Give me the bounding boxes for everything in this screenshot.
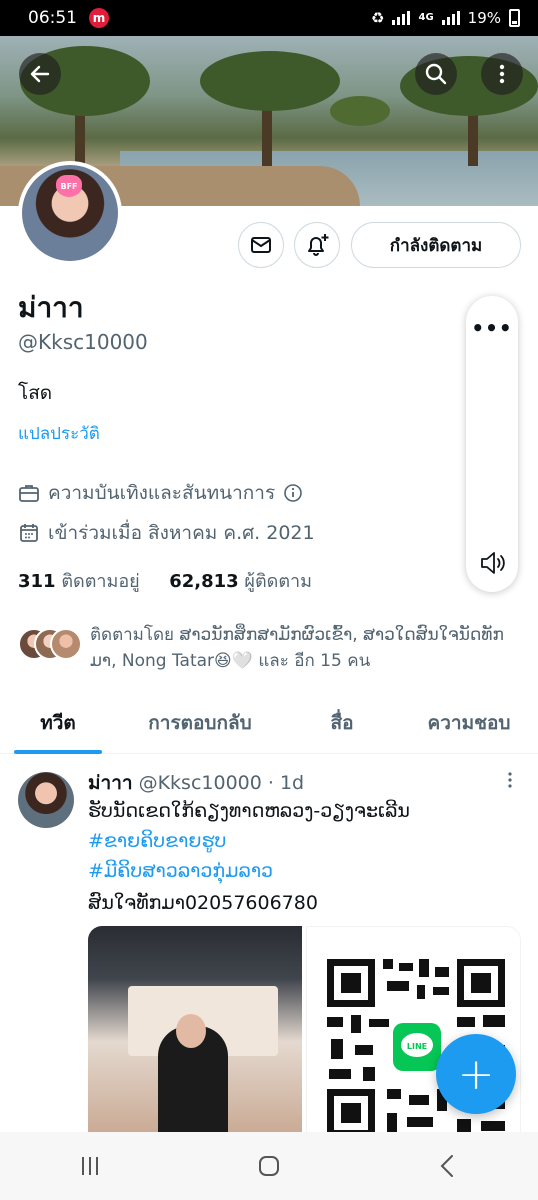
tweet-avatar[interactable] [18,772,74,828]
profile-category: ความบันเทิงและสันทนาการ [18,478,303,508]
line-logo-text: LINE [407,1042,427,1051]
status-bar: 06:51 m ♻ 4G 19% [0,0,538,36]
followed-by-text: ติดตามโดย ສາວນັກສຶກສາມັກຜົວເຂົ້າ, ສາວໃດສ… [90,625,504,671]
search-button[interactable] [415,53,457,95]
tab-media[interactable]: สื่อ [284,694,400,752]
briefcase-icon [19,485,39,502]
recycle-icon: ♻ [371,9,385,27]
tab-tweets[interactable]: ทวีต [0,694,116,754]
more-vertical-icon[interactable] [500,770,520,790]
signal-icon [392,11,411,25]
banner-tree [330,96,390,126]
recent-apps-icon[interactable] [76,1152,104,1180]
follow-counts: 311 ติดตามอยู่ 62,813 ผู้ติดตาม [18,566,312,595]
display-name: ม่าาา [18,291,84,324]
message-button[interactable] [238,222,284,268]
following-button[interactable]: กำลังติดตาม [351,222,521,268]
tab-likes[interactable]: ความชอบ [400,694,538,752]
banner-tree [200,51,340,111]
system-nav-bar [0,1132,538,1200]
tab-replies[interactable]: การตอบกลับ [116,694,284,752]
arrow-left-icon [30,65,50,83]
followed-by-avatars [18,622,82,660]
avatar [50,628,82,660]
joined-date: เข้าร่วมเมื่อ สิงหาคม ค.ศ. 2021 [18,518,315,548]
profile-handle: @Kksc10000 [18,330,148,354]
tweet-text-line: ຮັບນັດເຂດໃກ້ຄຽງທາດຫລວງ-ວຽງຈະເລີນ [88,800,410,822]
tweet-hashtag[interactable]: #ຂາຍຄິບຂາຍຮູບ [88,830,226,852]
bell-plus-icon [308,234,329,256]
followed-by[interactable]: ติดตามโดย ສາວນັກສຶກສາມັກຜົວເຂົ້າ, ສາວໃດສ… [18,622,523,674]
media-control-panel[interactable]: ••• [466,296,518,592]
signal-icon-2 [441,11,460,25]
tweet-text-line: ສົນໃຈທັກມາ02057606780 [88,892,318,914]
back-nav-icon[interactable] [434,1152,462,1180]
battery-icon [509,9,520,27]
more-options-button[interactable] [481,53,523,95]
mail-icon [251,237,271,253]
more-vertical-icon [499,64,505,84]
network-type: 4G [418,12,434,23]
home-icon[interactable] [255,1152,283,1180]
following-link[interactable]: 311 ติดตามอยู่ [18,571,140,592]
panel-more-icon[interactable]: ••• [466,316,518,340]
profile-avatar[interactable]: BFF [18,161,122,265]
status-time: 06:51 [28,8,77,28]
followers-label: ผู้ติดตาม [244,571,312,592]
notifications-button[interactable] [294,222,340,268]
search-icon [425,63,447,85]
back-button[interactable] [19,53,61,95]
avatar-sticker: BFF [56,175,82,197]
translate-bio-link[interactable]: แปลประวัติ [18,420,100,447]
app-notification-icon: m [89,8,109,28]
volume-icon[interactable] [478,548,508,578]
tweet-handle: @Kksc10000 [138,772,262,794]
compose-tweet-button[interactable]: + [436,1034,516,1114]
tweet-time: · 1d [267,772,305,794]
followers-count: 62,813 [169,571,239,592]
tweet-photo[interactable] [88,926,302,1136]
tweet-header: ม่าาา @Kksc10000 · 1d [88,768,304,798]
tweet-author[interactable]: ม่าาา [88,772,133,794]
joined-label: เข้าร่วมเมื่อ สิงหาคม ค.ศ. 2021 [48,522,315,544]
category-label: ความบันเทิงและสันทนาการ [48,482,276,504]
followers-link[interactable]: 62,813 ผู้ติดตาม [169,571,312,592]
following-count: 311 [18,571,56,592]
photo-face [176,1014,206,1048]
following-label: ติดตามอยู่ [61,571,140,592]
info-icon[interactable] [283,483,303,503]
profile-bio: โสด [18,382,53,404]
profile-tabs: ทวีต การตอบกลับ สื่อ ความชอบ [0,694,538,754]
battery-level: 19% [467,9,501,27]
calendar-icon [20,524,38,542]
tweet-hashtag[interactable]: #ມີຄິບສາວລາວກຸ່ມລາວ [88,860,273,882]
